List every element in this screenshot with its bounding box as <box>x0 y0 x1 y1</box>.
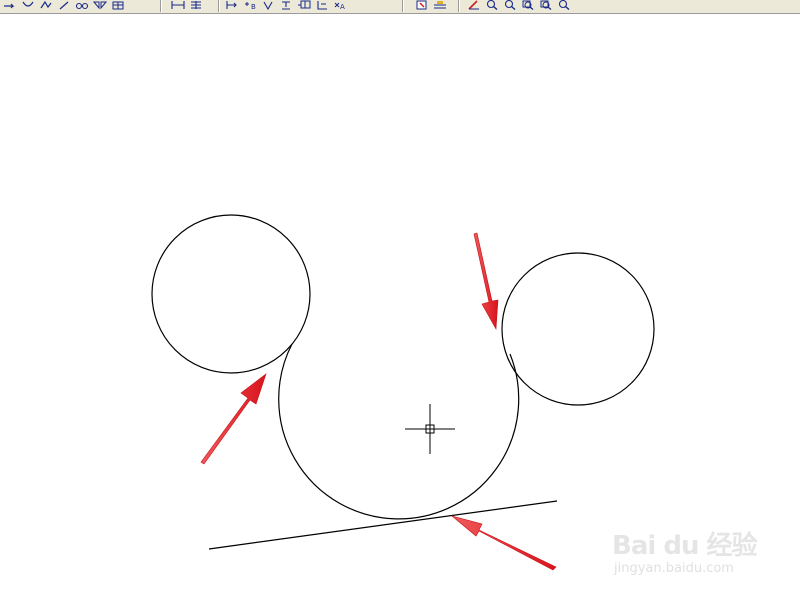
watermark-brand: Bai du 经验 <box>612 531 757 561</box>
line-icon[interactable] <box>2 0 18 12</box>
svg-text:B: B <box>251 3 256 10</box>
leader-icon[interactable] <box>314 0 330 12</box>
zoom-realtime-icon[interactable] <box>484 0 500 12</box>
properties-icon[interactable] <box>414 0 430 12</box>
move-icon[interactable] <box>110 0 126 12</box>
toolbar-group-draw <box>2 0 128 12</box>
mirror-icon[interactable] <box>92 0 108 12</box>
toolbar-group-view <box>466 0 574 12</box>
toolbar-separator <box>218 0 220 12</box>
toolbar-separator <box>402 0 404 12</box>
pencil-icon[interactable] <box>466 0 482 12</box>
dimension-aligned-icon[interactable] <box>188 0 204 12</box>
svg-text:A: A <box>340 3 345 10</box>
toolbar-separator <box>160 0 162 12</box>
right-circle[interactable] <box>501 252 655 406</box>
left-circle[interactable] <box>151 214 311 374</box>
annotation-arrow-left <box>200 373 267 465</box>
tangent-arc[interactable] <box>278 343 520 520</box>
watermark: Bai du 经验 jingyan.baidu.com <box>612 513 762 583</box>
toolbar: B A <box>0 0 800 14</box>
dimension-linear-icon[interactable] <box>170 0 186 12</box>
toolbar-group-properties <box>414 0 450 12</box>
annotation-arrow-bottom <box>451 515 557 571</box>
table-icon[interactable] <box>296 0 312 12</box>
toolbar-group-dimension <box>170 0 206 12</box>
polyline-icon[interactable] <box>38 0 54 12</box>
annotation-arrow-top <box>473 232 499 331</box>
layer-icon[interactable] <box>432 0 448 12</box>
offset-icon[interactable] <box>74 0 90 12</box>
arc-icon[interactable] <box>56 0 72 12</box>
zoom-window-icon[interactable] <box>502 0 518 12</box>
watermark-url: jingyan.baidu.com <box>614 561 734 576</box>
toolbar-separator <box>458 0 460 12</box>
attribute-icon[interactable]: A <box>332 0 348 12</box>
toolbar-group-insert: B A <box>224 0 350 12</box>
text-icon[interactable] <box>278 0 294 12</box>
zoom-out-icon[interactable] <box>556 0 572 12</box>
spline-icon[interactable] <box>20 0 36 12</box>
zoom-extents-icon[interactable] <box>520 0 536 12</box>
point-icon[interactable]: B <box>242 0 258 12</box>
crosshair-cursor-icon <box>405 404 455 454</box>
zoom-previous-icon[interactable] <box>538 0 554 12</box>
cad-application: B A Bai du 经验 jingyan.baidu.com <box>0 0 800 600</box>
tangent-line[interactable] <box>208 500 558 550</box>
hatch-icon[interactable] <box>260 0 276 12</box>
insert-block-icon[interactable] <box>224 0 240 12</box>
